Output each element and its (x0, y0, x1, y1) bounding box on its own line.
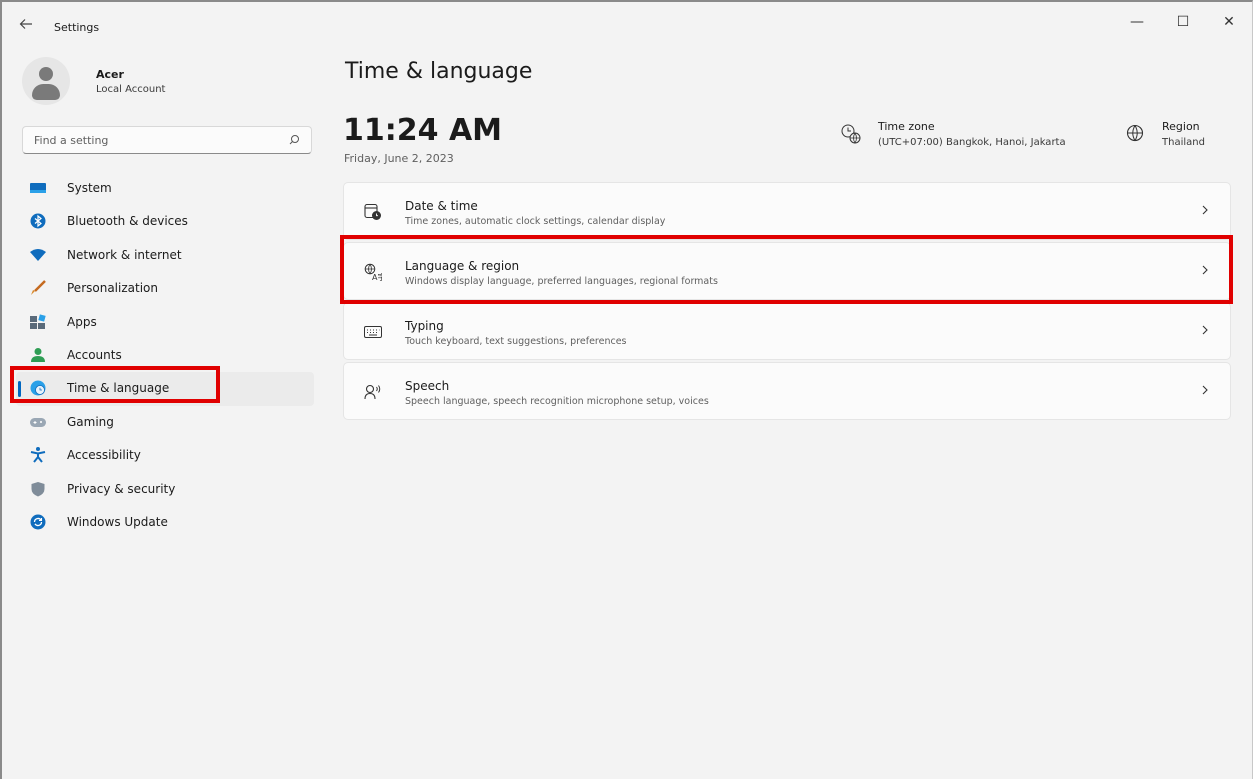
person-icon (31, 347, 45, 362)
sidebar-item-label: Apps (67, 314, 97, 329)
region-value: Thailand (1162, 137, 1205, 148)
sidebar-item-label: Bluetooth & devices (67, 214, 188, 229)
card-date-time[interactable]: Date & time Time zones, automatic clock … (343, 182, 1231, 240)
sidebar-item-system[interactable]: System (16, 172, 314, 205)
chevron-right-icon (1202, 325, 1208, 335)
profile-name: Acer (96, 68, 124, 81)
shield-icon (31, 481, 45, 497)
maximize-button[interactable]: ☐ (1160, 8, 1206, 36)
app-title: Settings (54, 21, 100, 34)
search-icon (289, 135, 299, 145)
region-label: Region (1162, 120, 1200, 133)
speech-icon (364, 384, 381, 400)
card-speech[interactable]: Speech Speech language, speech recogniti… (343, 362, 1231, 420)
current-date: Friday, June 2, 2023 (344, 152, 454, 165)
globe-icon (1126, 124, 1144, 142)
sidebar-item-accessibility[interactable]: Accessibility (16, 439, 314, 472)
calendar-clock-icon (364, 203, 381, 220)
chevron-right-icon (1202, 205, 1208, 215)
highlight-box-language-region (340, 235, 1233, 304)
sidebar-item-apps[interactable]: Apps (16, 306, 314, 339)
sidebar-item-label: Network & internet (67, 247, 182, 262)
paintbrush-icon (31, 280, 46, 296)
avatar (22, 57, 70, 105)
chevron-right-icon (1202, 385, 1208, 395)
keyboard-icon (364, 326, 382, 338)
time-zone-icon (841, 124, 861, 144)
wifi-icon (30, 248, 46, 261)
card-subtitle: Time zones, automatic clock settings, ca… (405, 216, 666, 227)
sidebar-item-label: Personalization (67, 281, 158, 296)
sidebar-item-personalization[interactable]: Personalization (16, 272, 314, 305)
sidebar-nav: System Bluetooth & devices Network & int… (16, 172, 314, 539)
highlight-box-time-language (10, 366, 220, 403)
gamepad-icon (30, 417, 46, 427)
back-button[interactable] (16, 16, 36, 36)
sidebar-item-bluetooth[interactable]: Bluetooth & devices (16, 205, 314, 238)
bluetooth-icon (30, 213, 46, 229)
system-display-icon (30, 183, 46, 193)
sidebar-item-label: System (67, 181, 112, 195)
card-subtitle: Speech language, speech recognition micr… (405, 396, 709, 407)
sidebar-item-label: Windows Update (67, 514, 168, 529)
profile-account-type: Local Account (96, 84, 166, 95)
search-placeholder: Find a setting (34, 134, 109, 147)
sidebar-item-privacy[interactable]: Privacy & security (16, 473, 314, 506)
arrow-left-icon (19, 19, 32, 29)
sidebar-item-label: Privacy & security (67, 481, 176, 496)
time-zone-value: (UTC+07:00) Bangkok, Hanoi, Jakarta (878, 137, 1066, 148)
settings-window: Settings — ☐ ✕ Acer Local Account Find a… (0, 0, 1253, 779)
user-profile[interactable]: Acer Local Account (22, 57, 282, 109)
card-title: Typing (405, 319, 444, 333)
search-input[interactable]: Find a setting (22, 126, 312, 154)
apps-icon (30, 313, 46, 329)
sidebar-item-label: Accounts (67, 347, 122, 362)
sidebar-item-label: Gaming (67, 414, 114, 429)
minimize-button[interactable]: — (1114, 8, 1160, 36)
sidebar-item-gaming[interactable]: Gaming (16, 406, 314, 439)
card-title: Date & time (405, 199, 478, 213)
sidebar-item-windows-update[interactable]: Windows Update (16, 506, 314, 539)
page-title: Time & language (345, 59, 533, 84)
accessibility-icon (30, 447, 46, 463)
title-bar: Settings — ☐ ✕ (2, 2, 1252, 42)
sidebar-item-network[interactable]: Network & internet (16, 239, 314, 272)
sidebar-item-label: Accessibility (67, 448, 141, 463)
time-zone-label: Time zone (878, 120, 935, 133)
update-icon (30, 514, 46, 530)
card-title: Speech (405, 379, 450, 393)
card-typing[interactable]: Typing Touch keyboard, text suggestions,… (343, 302, 1231, 360)
current-time: 11:24 AM (343, 113, 503, 148)
close-button[interactable]: ✕ (1206, 8, 1252, 36)
card-subtitle: Touch keyboard, text suggestions, prefer… (405, 336, 627, 347)
